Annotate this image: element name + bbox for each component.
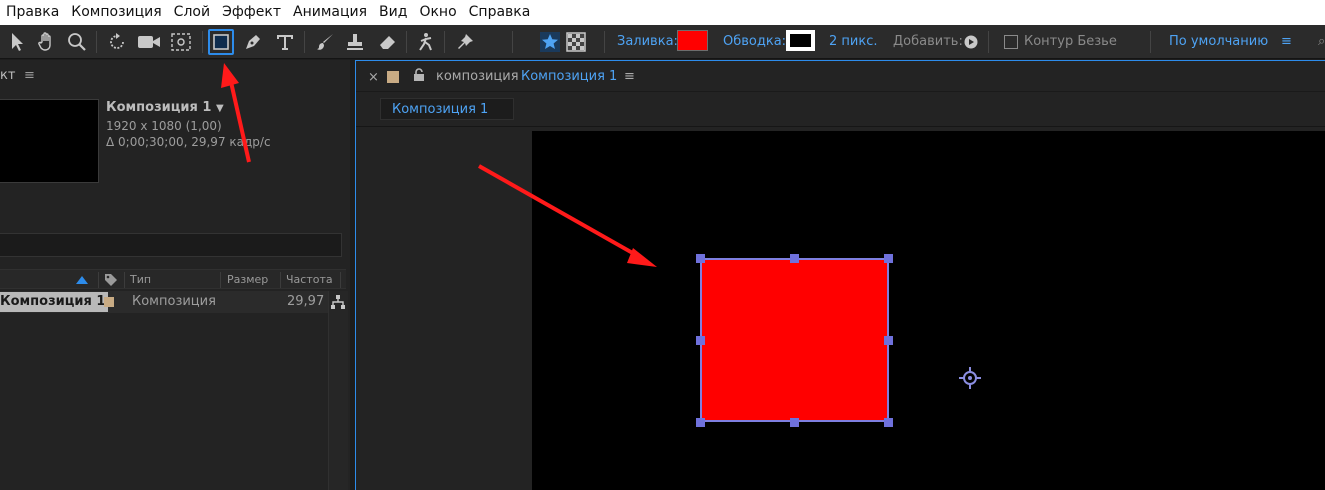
stroke-width-value[interactable]: 2 пикс. <box>829 34 877 49</box>
workspace-default[interactable]: По умолчанию <box>1169 34 1268 49</box>
project-panel: кт ≡ Композиция 1 ▼ 1920 x 1080 (1,00) Δ… <box>0 60 350 490</box>
brush-tool-icon[interactable] <box>312 29 338 55</box>
transform-handle-right[interactable] <box>884 336 893 345</box>
pen-tool-icon[interactable] <box>240 29 266 55</box>
transform-handle-top-right[interactable] <box>884 254 893 263</box>
clone-stamp-tool-icon[interactable] <box>342 29 368 55</box>
menu-window[interactable]: Окно <box>413 0 462 25</box>
project-tab[interactable]: кт <box>0 68 15 83</box>
transform-handle-left[interactable] <box>696 336 705 345</box>
project-item-name[interactable]: Композиция 1 <box>0 292 109 312</box>
sort-up-icon[interactable] <box>76 276 88 284</box>
hand-tool-icon[interactable] <box>34 29 60 55</box>
menu-edit[interactable]: Правка <box>0 0 65 25</box>
puppet-pin-tool-icon[interactable] <box>452 29 478 55</box>
tools-toolbar: Заливка: Обводка: 2 пикс. Добавить: Конт… <box>0 25 1325 59</box>
project-scrollbar[interactable] <box>328 291 348 490</box>
column-size[interactable]: Размер <box>227 273 268 286</box>
comp-thumbnail <box>0 99 99 183</box>
viewer-label-color <box>387 71 399 83</box>
transform-handle-top[interactable] <box>790 254 799 263</box>
composition-canvas[interactable] <box>532 131 1325 490</box>
viewer-tab-name[interactable]: Композиция 1 <box>521 69 617 84</box>
transform-handle-bottom[interactable] <box>790 418 799 427</box>
fill-label[interactable]: Заливка: <box>617 34 678 49</box>
comp-info-name: Композиция 1 ▼ <box>106 100 224 115</box>
label-tag-icon[interactable] <box>104 273 118 287</box>
stroke-color-swatch[interactable] <box>786 30 815 51</box>
menu-view[interactable]: Вид <box>373 0 413 25</box>
bezier-path-checkbox[interactable] <box>1004 35 1018 49</box>
viewer-tab-prefix: композиция <box>436 69 519 84</box>
star-icon[interactable] <box>537 29 563 55</box>
transform-handle-top-left[interactable] <box>696 254 705 263</box>
lock-icon[interactable] <box>413 68 425 82</box>
menu-effect[interactable]: Эффект <box>216 0 287 25</box>
flowchart-icon[interactable] <box>330 294 346 310</box>
project-search-input[interactable] <box>0 233 342 257</box>
rectangle-tool-icon[interactable] <box>208 29 234 55</box>
project-item-type: Композиция <box>132 294 216 309</box>
fill-color-swatch[interactable] <box>677 30 708 51</box>
zoom-tool-icon[interactable] <box>64 29 90 55</box>
project-column-headers: Тип Размер Частота ... <box>0 269 346 299</box>
transparency-grid-icon[interactable] <box>563 29 589 55</box>
viewer-menu-icon[interactable]: ≡ <box>624 69 635 84</box>
menu-composition[interactable]: Композиция <box>65 0 167 25</box>
stroke-label[interactable]: Обводка: <box>723 34 786 49</box>
transform-handle-bottom-right[interactable] <box>884 418 893 427</box>
eraser-tool-icon[interactable] <box>374 29 400 55</box>
project-panel-menu-icon[interactable]: ≡ <box>24 68 35 83</box>
project-item-row[interactable]: Композиция 1 Композиция 29,97 <box>0 291 328 313</box>
rectangle-shape-layer[interactable] <box>700 258 889 422</box>
anchor-point-icon[interactable] <box>958 366 982 390</box>
comp-info-duration: Δ 0;00;30;00, 29,97 кадр/с <box>106 135 271 149</box>
comp-info-size: 1920 x 1080 (1,00) <box>106 119 222 133</box>
menu-layer[interactable]: Слой <box>168 0 216 25</box>
close-tab-icon[interactable]: × <box>368 70 379 85</box>
add-label: Добавить: <box>893 34 963 49</box>
camera-tool-icon[interactable] <box>136 29 162 55</box>
project-item-label-color[interactable] <box>104 297 114 307</box>
type-tool-icon[interactable] <box>272 29 298 55</box>
menu-bar: Правка Композиция Слой Эффект Анимация В… <box>0 0 1325 25</box>
project-item-rate: 29,97 <box>287 294 325 309</box>
comp-breadcrumb[interactable]: Композиция 1 <box>380 98 514 120</box>
column-type[interactable]: Тип <box>130 273 151 286</box>
bezier-path-label: Контур Безье <box>1024 34 1117 49</box>
dropdown-arrow-icon[interactable]: ▼ <box>216 103 224 114</box>
roto-brush-tool-icon[interactable] <box>414 29 440 55</box>
selection-tool-icon[interactable] <box>4 29 30 55</box>
workspace-overflow-icon[interactable]: ⌕ <box>1318 34 1325 49</box>
menu-help[interactable]: Справка <box>463 0 537 25</box>
rotation-tool-icon[interactable] <box>104 29 130 55</box>
menu-animation[interactable]: Анимация <box>287 0 373 25</box>
pan-behind-tool-icon[interactable] <box>168 29 194 55</box>
add-play-icon[interactable] <box>961 30 981 54</box>
workspace-menu-icon[interactable]: ≡ <box>1281 34 1292 49</box>
transform-handle-bottom-left[interactable] <box>696 418 705 427</box>
